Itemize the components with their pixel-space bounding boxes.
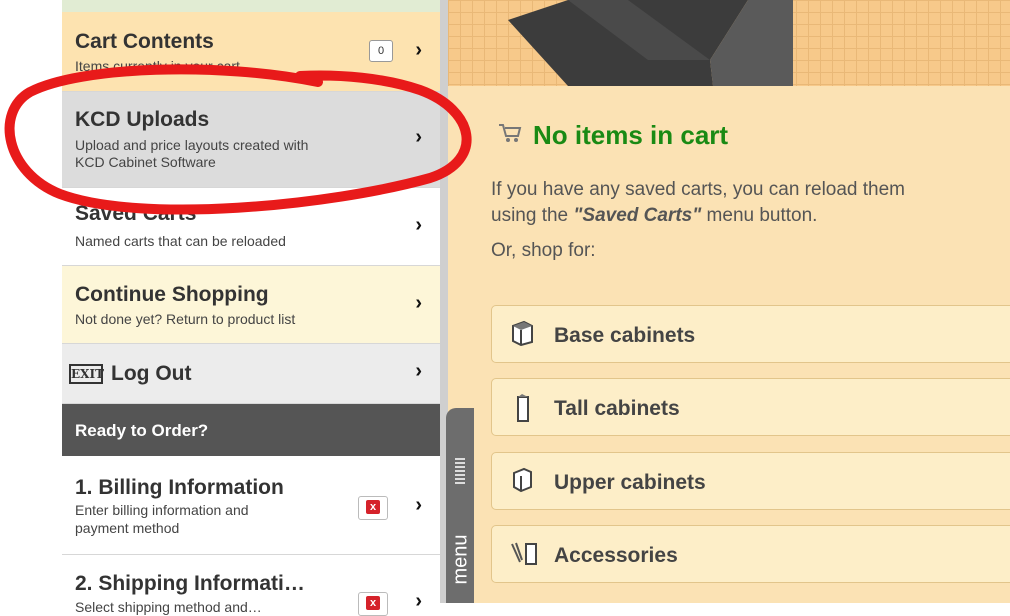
annotation-circle — [4, 64, 472, 215]
